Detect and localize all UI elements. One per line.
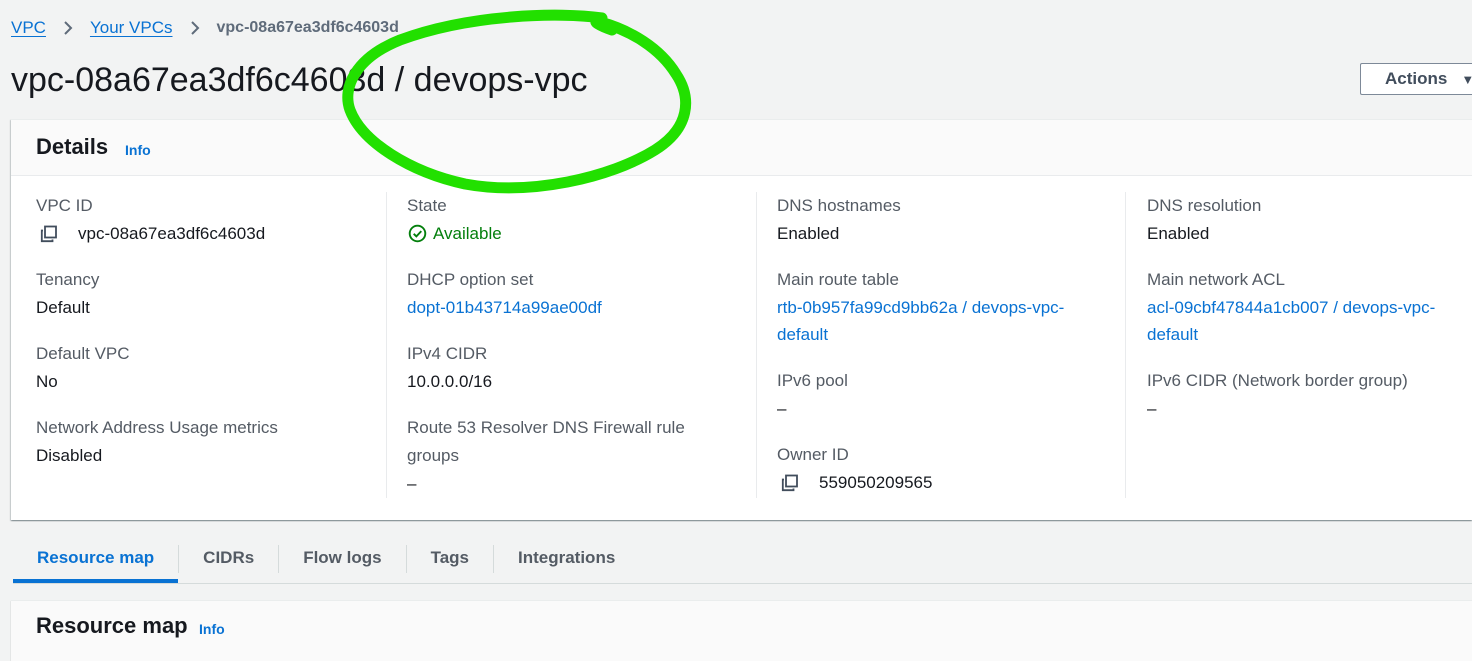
details-info-link[interactable]: Info [125,142,151,158]
field-label: Default VPC [36,344,130,363]
field-label: Network Address Usage metrics [36,418,278,437]
field-tenancy: Tenancy Default [36,266,376,321]
main-network-acl-link[interactable]: acl-09cbf47844a1cb007 / devops-vpc-defau… [1147,294,1467,348]
field-value: Default [36,298,90,317]
field-label: Tenancy [36,270,100,289]
details-panel: Details Info VPC ID vpc-08a67ea3df6c4603… [11,119,1472,520]
field-value: vpc-08a67ea3df6c4603d [78,224,266,243]
main-route-table-link[interactable]: rtb-0b957fa99cd9bb62a / devops-vpc-defau… [777,294,1097,348]
field-value: Disabled [36,446,103,465]
field-label: Owner ID [777,445,849,464]
field-value: Enabled [1147,224,1210,243]
field-dns-hostnames: DNS hostnames Enabled [777,192,1117,247]
field-label: DNS resolution [1147,196,1262,215]
column-divider [756,192,757,498]
field-label: IPv4 CIDR [407,344,488,363]
tab-resource-map[interactable]: Resource map [13,536,179,583]
status-badge: Available [407,220,747,247]
resource-map-info-link[interactable]: Info [199,621,225,637]
tab-integrations[interactable]: Integrations [494,536,639,580]
breadcrumb: VPC Your VPCs vpc-08a67ea3df6c4603d [11,16,399,40]
details-column-1: VPC ID vpc-08a67ea3df6c4603d Tenancy Def… [36,192,376,488]
field-value: No [36,372,58,391]
field-owner-id: Owner ID 559050209565 [777,441,1117,496]
status-success-icon [407,224,427,244]
field-ipv4-cidr: IPv4 CIDR 10.0.0.0/16 [407,340,747,395]
caret-down-icon: ▼ [1461,71,1472,87]
actions-button[interactable]: Actions ▼ [1360,63,1472,95]
field-state: State Available [407,192,747,247]
breadcrumb-link-your-vpcs[interactable]: Your VPCs [90,18,173,38]
field-label: DHCP option set [407,270,534,289]
field-vpc-id: VPC ID vpc-08a67ea3df6c4603d [36,192,376,247]
field-label: Main network ACL [1147,270,1285,289]
chevron-right-icon [185,18,205,38]
tab-bar: Resource map CIDRs Flow logs Tags Integr… [13,536,1472,584]
field-label: IPv6 pool [777,371,848,390]
field-label: Main route table [777,270,899,289]
column-divider [386,192,387,498]
field-label: IPv6 CIDR (Network border group) [1147,371,1408,390]
details-column-4: DNS resolution Enabled Main network ACL … [1147,192,1472,441]
field-value: Enabled [777,224,840,243]
details-title: Details [36,134,109,159]
dhcp-option-set-link[interactable]: dopt-01b43714a99ae00df [407,298,602,317]
resource-map-title: Resource map [36,613,188,638]
field-value: – [1147,399,1157,418]
details-column-3: DNS hostnames Enabled Main route table r… [777,192,1117,515]
tab-cidrs[interactable]: CIDRs [179,536,278,580]
chevron-right-icon [58,18,78,38]
status-text: Available [433,224,502,243]
copy-icon[interactable] [779,472,801,494]
breadcrumb-current: vpc-08a67ea3df6c4603d [216,19,399,36]
field-label: VPC ID [36,196,93,215]
actions-button-label: Actions [1385,69,1448,88]
field-route53-resolver: Route 53 Resolver DNS Firewall rule grou… [407,414,747,497]
copy-icon[interactable] [38,223,60,245]
column-divider [1125,192,1126,498]
tab-flow-logs[interactable]: Flow logs [279,536,405,580]
field-main-route-table: Main route table rtb-0b957fa99cd9bb62a /… [777,266,1117,348]
field-label: State [407,196,447,215]
field-default-vpc: Default VPC No [36,340,376,395]
breadcrumb-link-vpc[interactable]: VPC [11,18,46,38]
details-column-2: State Available DHCP option set dopt-01b… [407,192,747,516]
resource-map-panel: Resource map Info [11,600,1472,661]
field-dns-resolution: DNS resolution Enabled [1147,192,1472,247]
field-network-address-usage: Network Address Usage metrics Disabled [36,414,376,469]
field-ipv6-cidr: IPv6 CIDR (Network border group) – [1147,367,1472,422]
field-value: 559050209565 [819,473,933,492]
tab-tags[interactable]: Tags [407,536,493,580]
field-ipv6-pool: IPv6 pool – [777,367,1117,422]
field-value: 10.0.0.0/16 [407,372,493,391]
field-value: – [407,474,417,493]
details-header: Details Info [11,120,1472,176]
field-dhcp-option-set: DHCP option set dopt-01b43714a99ae00df [407,266,747,321]
field-main-network-acl: Main network ACL acl-09cbf47844a1cb007 /… [1147,266,1472,348]
page-title: vpc-08a67ea3df6c4603d / devops-vpc [11,61,588,99]
field-label: Route 53 Resolver DNS Firewall rule grou… [407,418,685,465]
field-label: DNS hostnames [777,196,901,215]
field-value: – [777,399,787,418]
